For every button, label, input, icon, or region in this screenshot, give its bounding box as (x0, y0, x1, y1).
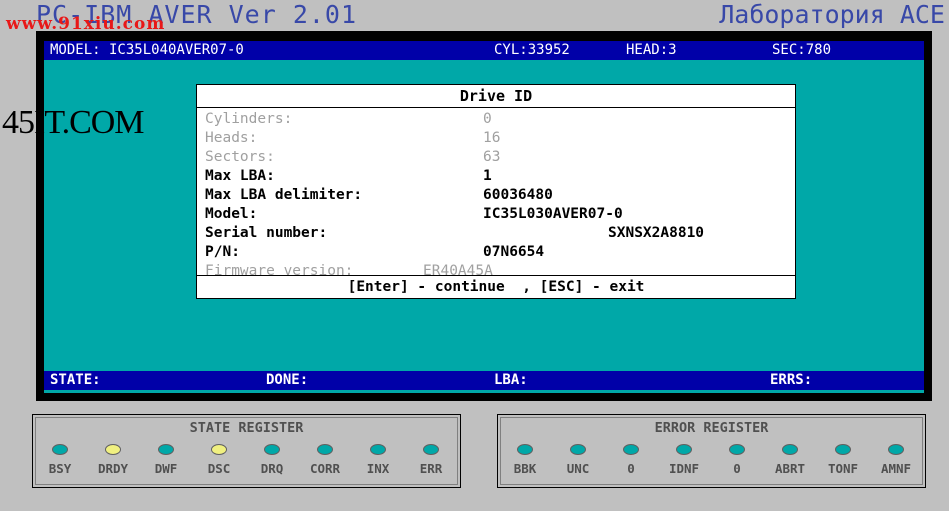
label-cylinders: Cylinders: (205, 111, 293, 127)
error-led-indicator-5 (782, 444, 798, 455)
state-led-label-3: DSC (207, 461, 231, 476)
error-register-panel: ERROR REGISTER BBK UNC 0 IDNF 0 ABRT TONF AMNF (497, 414, 926, 488)
state-led-indicator-1 (105, 444, 121, 455)
error-led-indicator-1 (570, 444, 586, 455)
work-area: MODEL: IC35L040AVER07-0 CYL:33952 HEAD:3… (44, 41, 924, 393)
state-led-label-1: DRDY (97, 461, 129, 476)
state-led-label-7: ERR (419, 461, 443, 476)
value-model: IC35L030AVER07-0 (483, 206, 623, 222)
error-led-label-7: AMNF (880, 461, 912, 476)
value-heads: 16 (483, 130, 501, 146)
row-part-number: P/N: 07N6654 (205, 243, 544, 262)
model-readout: MODEL: IC35L040AVER07-0 (50, 42, 244, 58)
state-register-inner: STATE REGISTER BSY DRDY DWF DSC DRQ CORR INX ER… (35, 417, 458, 485)
error-led-label-6: TONF (827, 461, 859, 476)
label-part-number: P/N: (205, 244, 240, 260)
error-led-label-2: 0 (627, 461, 635, 476)
error-led-indicator-7 (888, 444, 904, 455)
sec-readout: SEC:780 (772, 42, 832, 58)
watermark-side: 45IT.COM (2, 104, 145, 141)
main-screen: MODEL: IC35L040AVER07-0 CYL:33952 HEAD:3… (36, 31, 932, 401)
error-register-inner: ERROR REGISTER BBK UNC 0 IDNF 0 ABRT TONF AMNF (500, 417, 923, 485)
label-model: Model: (205, 206, 258, 222)
label-heads: Heads: (205, 130, 258, 146)
dialog-footer-hint[interactable]: [Enter] - continue , [ESC] - exit (197, 275, 795, 298)
state-led-label-2: DWF (154, 461, 178, 476)
state-led-indicator-2 (158, 444, 174, 455)
row-max-lba-delimiter: Max LBA delimiter: 60036480 (205, 186, 553, 205)
label-sectors: Sectors: (205, 149, 275, 165)
error-led-indicator-0 (517, 444, 533, 455)
done-readout: DONE: (266, 372, 309, 388)
error-led-indicator-6 (835, 444, 851, 455)
row-cylinders: Cylinders: 0 (205, 110, 492, 129)
state-register-title: STATE REGISTER (189, 420, 304, 436)
drive-id-dialog: Drive ID Cylinders: 0 Heads: 16 Sectors:… (196, 84, 796, 299)
lab-title: Лаборатория ACE (719, 0, 945, 29)
label-max-lba-delimiter: Max LBA delimiter: (205, 187, 363, 203)
state-led-label-0: BSY (48, 461, 72, 476)
error-led-label-0: BBK (513, 461, 537, 476)
error-led-indicator-3 (676, 444, 692, 455)
error-led-label-4: 0 (733, 461, 741, 476)
row-sectors: Sectors: 63 (205, 148, 500, 167)
error-led-indicator-2 (623, 444, 639, 455)
state-led-indicator-6 (370, 444, 386, 455)
status-bar-top: MODEL: IC35L040AVER07-0 CYL:33952 HEAD:3… (44, 41, 924, 60)
state-readout: STATE: (50, 372, 101, 388)
error-led-label-1: UNC (566, 461, 590, 476)
value-sectors: 63 (483, 149, 501, 165)
head-readout: HEAD:3 (626, 42, 677, 58)
value-max-lba: 1 (483, 168, 492, 184)
row-max-lba: Max LBA: 1 (205, 167, 492, 186)
dialog-title: Drive ID (197, 85, 795, 108)
error-led-label-5: ABRT (774, 461, 806, 476)
label-serial-number: Serial number: (205, 225, 328, 241)
label-max-lba: Max LBA: (205, 168, 275, 184)
lba-readout: LBA: (494, 372, 528, 388)
state-led-indicator-5 (317, 444, 333, 455)
state-led-label-4: DRQ (260, 461, 284, 476)
state-led-indicator-0 (52, 444, 68, 455)
state-led-indicator-3 (211, 444, 227, 455)
row-heads: Heads: 16 (205, 129, 500, 148)
error-register-title: ERROR REGISTER (654, 420, 769, 436)
state-led-indicator-7 (423, 444, 439, 455)
errs-readout: ERRS: (770, 372, 813, 388)
state-led-indicator-4 (264, 444, 280, 455)
error-led-label-3: IDNF (668, 461, 700, 476)
value-part-number: 07N6654 (483, 244, 545, 260)
row-serial-number: Serial number: SXNSX2A8810 (205, 224, 704, 243)
state-led-label-5: CORR (309, 461, 341, 476)
cyl-readout: CYL:33952 (494, 42, 570, 58)
state-register-panel: STATE REGISTER BSY DRDY DWF DSC DRQ CORR INX ER… (32, 414, 461, 488)
row-model: Model: IC35L030AVER07-0 (205, 205, 623, 224)
value-cylinders: 0 (483, 111, 492, 127)
error-led-indicator-4 (729, 444, 745, 455)
status-bar-bottom: STATE: DONE: LBA: ERRS: (44, 371, 924, 390)
value-serial-number: SXNSX2A8810 (608, 225, 705, 241)
value-max-lba-delimiter: 60036480 (483, 187, 553, 203)
state-led-label-6: INX (366, 461, 390, 476)
